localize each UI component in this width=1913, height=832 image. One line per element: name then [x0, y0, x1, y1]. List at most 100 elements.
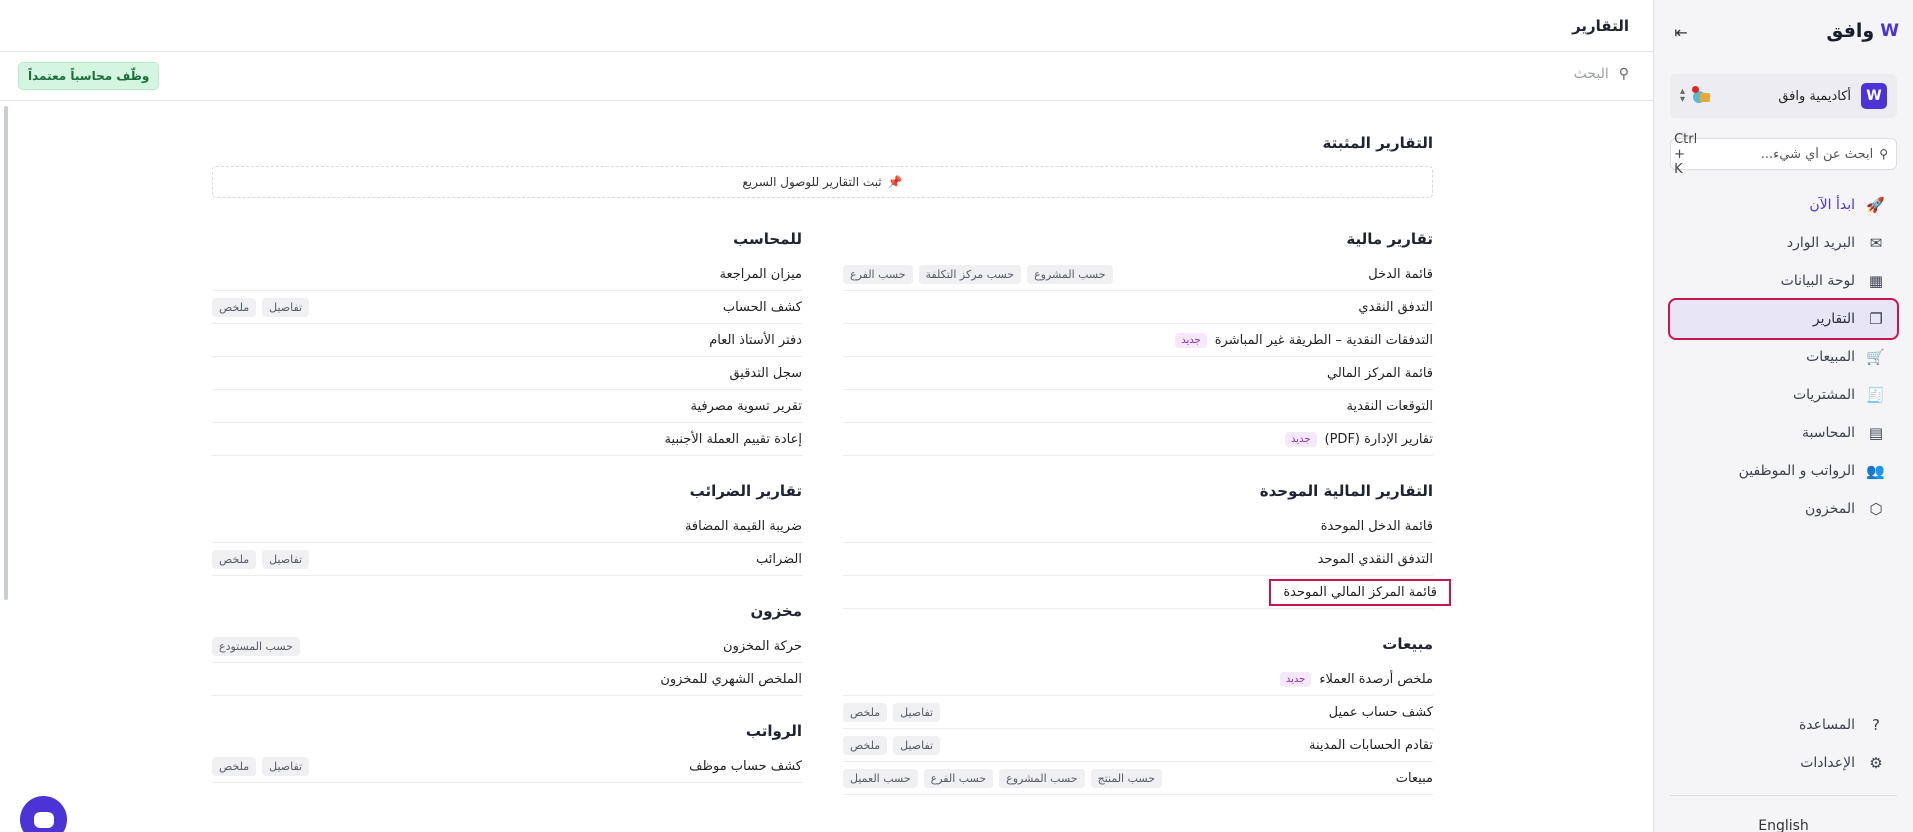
report-link[interactable]: قائمة المركز المالي	[1327, 366, 1433, 381]
new-badge: جديد	[1285, 431, 1317, 447]
sidebar-search[interactable]: ⚲ Ctrl + K	[1670, 132, 1897, 177]
sidebar-item-rocket[interactable]: 🚀 ابدأ الآن	[1670, 186, 1897, 224]
report-variant-tag[interactable]: حسب مركز التكلفة	[918, 264, 1022, 284]
report-row: ميزان المراجعة	[212, 258, 802, 291]
sidebar-item-users[interactable]: 👥 الرواتب و الموظفين	[1670, 452, 1897, 490]
report-link[interactable]: إعادة تقييم العملة الأجنبية	[665, 432, 802, 447]
scrollbar[interactable]	[4, 106, 8, 600]
sidebar-item-label: المبيعات	[1806, 349, 1855, 365]
chat-support-button[interactable]	[20, 796, 67, 832]
sidebar-item-receipt[interactable]: 🧾 المشتريات	[1670, 376, 1897, 414]
chevron-updown-icon: ▴ ▾	[1680, 86, 1686, 105]
report-link[interactable]: ميزان المراجعة	[719, 267, 802, 282]
report-variant-tag[interactable]: حسب المشروع	[999, 768, 1085, 788]
report-variant-tag[interactable]: حسب الفرع	[923, 768, 994, 788]
report-variants: ملخص تفاصيل	[212, 756, 310, 776]
sidebar-search-input[interactable]	[1703, 146, 1874, 162]
report-variants: حسب العميل حسب الفرع حسب المشروع حسب المنتج	[843, 768, 1163, 788]
report-name: قائمة الدخل	[1368, 266, 1433, 282]
report-variant-tag[interactable]: تفاصيل	[262, 549, 310, 569]
report-link[interactable]: تقارير الإدارة (PDF) جديد	[1285, 431, 1433, 447]
sidebar-collapse-icon[interactable]: ⇤	[1670, 22, 1692, 44]
report-row: سجل التدقيق	[212, 357, 802, 390]
report-link[interactable]: ضريبة القيمة المضافة	[685, 519, 802, 534]
sidebar-item-cart[interactable]: 🛒 المبيعات	[1670, 338, 1897, 376]
report-link[interactable]: التدفق النقدي الموحد	[1318, 552, 1433, 567]
report-link[interactable]: التوقعات النقدية	[1346, 399, 1433, 414]
app-logo[interactable]: W وافق	[1826, 20, 1899, 42]
dashboard-icon: ▦	[1868, 272, 1884, 290]
sidebar-item-label: ابدأ الآن	[1809, 197, 1855, 213]
report-link[interactable]: قائمة المركز المالي الموحدة	[1269, 578, 1451, 606]
report-link[interactable]: قائمة الدخل الموحدة	[1321, 519, 1433, 534]
notification-badge-icon[interactable]	[1692, 86, 1711, 103]
report-row: قائمة الدخل الموحدة	[843, 510, 1433, 543]
report-row: قائمة المركز المالي الموحدة	[843, 576, 1451, 609]
report-variant-tag[interactable]: ملخص	[843, 735, 888, 755]
report-link[interactable]: الملخص الشهري للمخزون	[660, 672, 802, 687]
report-link[interactable]: سجل التدقيق	[729, 366, 802, 381]
report-variant-tag[interactable]: حسب المشروع	[1027, 264, 1113, 284]
report-link[interactable]: دفتر الأستاذ العام	[709, 333, 802, 348]
language-switch[interactable]: English	[1654, 818, 1913, 832]
report-link[interactable]: كشف حساب موظف	[689, 759, 802, 774]
report-variant-tag[interactable]: حسب المنتج	[1090, 768, 1163, 788]
report-row: كشف حساب عميل ملخص تفاصيل	[843, 696, 1433, 729]
report-link[interactable]: كشف حساب عميل	[1329, 705, 1433, 720]
report-variant-tag[interactable]: ملخص	[212, 756, 257, 776]
report-link[interactable]: ملخص أرصدة العملاء جديد	[1279, 671, 1433, 687]
logo-mark: W	[1880, 21, 1899, 41]
report-variant-tag[interactable]: حسب العميل	[843, 768, 918, 788]
report-group-title: التقارير المالية الموحدة	[1259, 482, 1433, 500]
sidebar-item-ledger[interactable]: ▤ المحاسبة	[1670, 414, 1897, 452]
report-variant-tag[interactable]: تفاصيل	[262, 297, 310, 317]
sidebar-item-dashboard[interactable]: ▦ لوحة البيانات	[1670, 262, 1897, 300]
report-link[interactable]: التدفقات النقدية – الطريقة غير المباشرة ج…	[1175, 332, 1433, 348]
report-variant-tag[interactable]: تفاصيل	[893, 702, 941, 722]
report-row: تقادم الحسابات المدينة ملخص تفاصيل	[843, 729, 1433, 762]
report-link[interactable]: تقادم الحسابات المدينة	[1309, 738, 1433, 753]
report-name: التدفق النقدي الموحد	[1317, 551, 1433, 567]
sidebar-item-reports[interactable]: ❐ التقارير	[1668, 298, 1899, 340]
report-group-title: تقارير مالية	[1346, 230, 1433, 248]
org-name: أكاديمية وافق	[1778, 88, 1851, 104]
sidebar-item-help[interactable]: ? المساعدة	[1670, 706, 1897, 744]
chat-icon	[33, 811, 54, 828]
report-variant-tag[interactable]: تفاصيل	[262, 756, 310, 776]
reports-search[interactable]: ⚲	[1488, 66, 1629, 82]
new-badge: جديد	[1175, 332, 1207, 348]
pin-icon: 📌	[887, 175, 903, 189]
report-link[interactable]: حركة المخزون	[723, 639, 802, 654]
sidebar-nav-bottom: ? المساعدة ⚙ الإعدادات	[1670, 706, 1897, 782]
reports-search-input[interactable]	[1488, 66, 1609, 82]
report-variant-tag[interactable]: تفاصيل	[893, 735, 941, 755]
report-link[interactable]: كشف الحساب	[723, 300, 802, 315]
hire-accountant-button[interactable]: وظّف محاسباً معتمداً	[18, 62, 160, 90]
rocket-icon: 🚀	[1866, 196, 1885, 214]
report-variant-tag[interactable]: ملخص	[843, 702, 888, 722]
report-name: الضرائب	[755, 551, 802, 567]
sidebar-item-gear[interactable]: ⚙ الإعدادات	[1670, 744, 1897, 782]
report-variant-tag[interactable]: حسب الفرع	[843, 264, 913, 284]
report-variant-tag[interactable]: ملخص	[212, 297, 257, 317]
report-group: تقارير مالية قائمة الدخل حسب الفرع حسب مركز…	[843, 224, 1433, 456]
report-name: الملخص الشهري للمخزون	[660, 671, 802, 687]
report-link[interactable]: تقرير تسوية مصرفية	[691, 399, 802, 414]
sidebar-item-label: المحاسبة	[1801, 425, 1855, 441]
logo-text: وافق	[1826, 20, 1875, 42]
sidebar-item-inbox[interactable]: ✉ البريد الوارد	[1670, 224, 1897, 262]
sidebar-item-box[interactable]: ⬡ المخزون	[1670, 490, 1897, 528]
sidebar-divider	[1670, 795, 1897, 796]
organization-switcher[interactable]: W أكاديمية وافق ▴ ▾	[1670, 74, 1897, 118]
report-row: تقارير الإدارة (PDF) جديد	[843, 423, 1433, 456]
report-variant-tag[interactable]: ملخص	[212, 549, 257, 569]
report-link[interactable]: التدفق النقدي	[1358, 300, 1433, 315]
report-link[interactable]: الضرائب	[756, 552, 802, 567]
report-link[interactable]: قائمة الدخل	[1368, 267, 1433, 282]
gear-icon: ⚙	[1869, 754, 1883, 772]
report-row: الضرائب ملخص تفاصيل	[212, 543, 802, 576]
report-row: تقرير تسوية مصرفية	[212, 390, 802, 423]
report-variant-tag[interactable]: حسب المستودع	[212, 636, 300, 656]
report-row: إعادة تقييم العملة الأجنبية	[212, 423, 802, 456]
report-link[interactable]: مبيعات	[1396, 771, 1433, 786]
